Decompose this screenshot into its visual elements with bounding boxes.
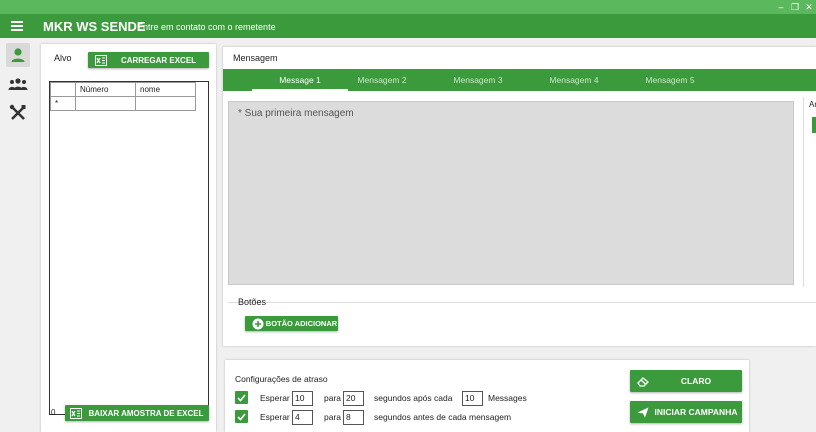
grid-new-row[interactable]: *: [50, 96, 196, 111]
delay-row-1-count-input[interactable]: 10: [462, 391, 483, 406]
message-tabs: Message 1 Mensagem 2 Mensagem 3 Mensagem…: [223, 69, 816, 91]
tools-icon: [9, 104, 26, 120]
delay-row-2-min-input[interactable]: 4: [292, 410, 313, 425]
excel-icon: [69, 407, 83, 419]
delay-row-1-unit-label: Messages: [488, 393, 527, 403]
plus-circle-icon: [251, 318, 265, 330]
attachment-side-panel: Ar: [803, 97, 816, 287]
window-controls: – ❐ ✕: [774, 0, 816, 14]
hamburger-menu-icon[interactable]: [11, 21, 23, 31]
user-icon: [11, 48, 25, 62]
checkmark-icon: [237, 393, 246, 402]
buttons-divider: [228, 302, 816, 303]
tab-message-2[interactable]: Mensagem 2: [334, 69, 430, 91]
tab-message-3[interactable]: Mensagem 3: [430, 69, 526, 91]
delay-row-1: Esperar 10 para 20 segundos após cada 10…: [235, 391, 535, 406]
grid-header-row: Número nome: [50, 82, 196, 97]
delay-row-1-after-label: segundos após cada: [374, 393, 453, 403]
new-row-number-cell[interactable]: [75, 96, 136, 111]
delay-row-1-max-input[interactable]: 20: [343, 391, 364, 406]
target-panel: Alvo CARREGAR EXCEL Número nome * 0 BAIX…: [41, 44, 216, 432]
side-nav: [0, 38, 36, 432]
add-button-button[interactable]: BOTÃO ADICIONAR: [245, 316, 338, 331]
target-label: Alvo: [54, 53, 72, 63]
clear-button[interactable]: CLARO: [630, 370, 742, 392]
add-button-label: BOTÃO ADICIONAR: [265, 318, 338, 328]
message-textarea[interactable]: * Sua primeira mensagem: [228, 101, 794, 285]
side-panel-label: Ar: [809, 100, 816, 109]
new-row-name-cell[interactable]: [135, 96, 196, 111]
message-panel: Mensagem Message 1 Mensagem 2 Mensagem 3…: [223, 47, 816, 346]
delay-row-2-max-input[interactable]: 8: [343, 410, 364, 425]
delay-row-2-to-label: para: [324, 412, 342, 422]
delay-row-2-after-label: segundos antes de cada mensagem: [374, 412, 512, 422]
nav-item-user[interactable]: [6, 43, 30, 67]
app-title: MKR WS SENDE: [43, 19, 146, 34]
nav-item-tools[interactable]: [6, 101, 30, 125]
delay-row-2: Esperar 4 para 8 segundos antes de cada …: [235, 410, 535, 425]
new-row-marker: *: [50, 96, 76, 111]
nav-item-group[interactable]: [6, 72, 30, 96]
load-excel-button[interactable]: CARREGAR EXCEL: [88, 52, 209, 68]
buttons-section-label: Botões: [238, 297, 267, 307]
delay-settings-title: Configurações de atraso: [235, 374, 328, 384]
delay-settings-panel: Configurações de atraso Esperar 10 para …: [225, 360, 749, 432]
window-titlebar: – ❐ ✕: [0, 0, 816, 14]
tab-message-5[interactable]: Mensagem 5: [622, 69, 718, 91]
clear-button-label: CLARO: [680, 376, 712, 386]
delay-row-1-min-input[interactable]: 10: [292, 391, 313, 406]
delay-row-2-wait-label: Esperar: [260, 412, 290, 422]
minimize-button[interactable]: –: [774, 0, 788, 14]
delay-row-1-wait-label: Esperar: [260, 393, 290, 403]
send-icon: [636, 406, 650, 418]
app-subtitle: Entre em contato com o remetente: [137, 22, 276, 32]
close-button[interactable]: ✕: [802, 0, 816, 14]
download-sample-label: BAIXAR AMOSTRA DE EXCEL: [88, 408, 204, 418]
download-sample-button[interactable]: BAIXAR AMOSTRA DE EXCEL: [65, 405, 209, 421]
maximize-button[interactable]: ❐: [788, 0, 802, 14]
tab-message-4[interactable]: Mensagem 4: [526, 69, 622, 91]
contact-count: 0: [51, 408, 56, 417]
delay-row-1-to-label: para: [324, 393, 342, 403]
grid-corner: [50, 82, 76, 97]
contacts-grid[interactable]: Número nome *: [49, 81, 209, 415]
column-header-number[interactable]: Número: [75, 82, 136, 97]
side-panel-button[interactable]: [812, 117, 816, 133]
app-header: MKR WS SENDE Entre em contato com o reme…: [0, 14, 816, 38]
group-icon: [8, 78, 28, 90]
load-excel-label: CARREGAR EXCEL: [120, 55, 197, 65]
start-campaign-label: INICIAR CAMPANHA: [654, 407, 738, 417]
column-header-name[interactable]: nome: [135, 82, 196, 97]
excel-icon: [94, 54, 108, 66]
checkmark-icon: [237, 412, 246, 421]
start-campaign-button[interactable]: INICIAR CAMPANHA: [630, 401, 742, 423]
delay-row-2-checkbox[interactable]: [235, 410, 248, 423]
message-label: Mensagem: [233, 53, 278, 63]
eraser-icon: [636, 375, 650, 387]
delay-row-1-checkbox[interactable]: [235, 391, 248, 404]
